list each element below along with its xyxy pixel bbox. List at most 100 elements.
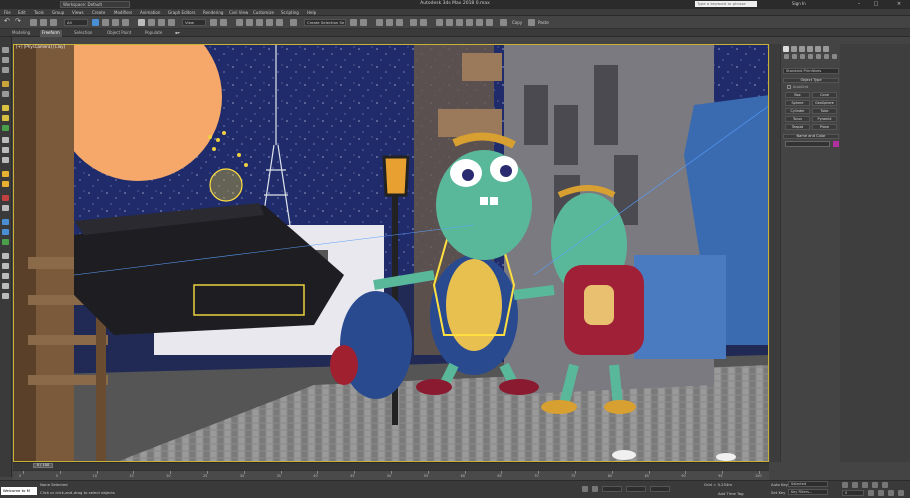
menu-file[interactable]: File xyxy=(4,10,11,15)
menu-modifiers[interactable]: Modifiers xyxy=(114,10,132,15)
selection-filter-dropdown[interactable]: All xyxy=(64,19,88,26)
helpers-icon[interactable] xyxy=(816,54,821,59)
hierarchy-icon[interactable] xyxy=(2,67,9,73)
select-manipulate-icon[interactable] xyxy=(220,19,227,26)
create-tab-icon[interactable] xyxy=(783,46,789,52)
cylinder-button[interactable]: Cylinder xyxy=(785,108,810,114)
menu-civil-view[interactable]: Civil View xyxy=(229,10,248,15)
menu-help[interactable]: Help xyxy=(307,10,316,15)
copy-icon[interactable] xyxy=(500,19,507,26)
scene-explorer-icon[interactable] xyxy=(376,19,383,26)
ribbon-options-icon[interactable]: ▪▾ xyxy=(173,30,182,37)
scale-icon[interactable] xyxy=(158,19,165,26)
absolute-mode-icon[interactable] xyxy=(592,486,598,492)
maxscript-listener[interactable]: Welcome to M xyxy=(1,487,37,495)
align-icon[interactable] xyxy=(360,19,367,26)
y-coordinate-field[interactable] xyxy=(626,486,646,492)
render-production-icon[interactable] xyxy=(466,19,473,26)
grid-icon[interactable] xyxy=(2,137,9,143)
menu-tools[interactable]: Tools xyxy=(34,10,44,15)
pan-icon[interactable] xyxy=(898,490,904,496)
autogrid-checkbox[interactable] xyxy=(787,85,791,89)
rectangular-selection-icon[interactable] xyxy=(112,19,119,26)
play-icon[interactable] xyxy=(862,482,868,488)
modify-tab-icon[interactable] xyxy=(791,46,797,52)
tab-object-paint[interactable]: Object Paint xyxy=(105,30,133,37)
spinner-snap-icon[interactable] xyxy=(276,19,283,26)
ribbon-toggle-icon[interactable] xyxy=(396,19,403,26)
menu-customize[interactable]: Customize xyxy=(253,10,274,15)
teapot-icon[interactable] xyxy=(2,219,9,225)
box-button[interactable]: Box xyxy=(785,92,810,98)
key-filters-button[interactable]: Key Filters... xyxy=(788,489,828,495)
time-configuration-icon[interactable] xyxy=(868,490,874,496)
sign-in-button[interactable]: Sign In xyxy=(792,1,806,6)
undo-icon[interactable]: ↶ xyxy=(4,17,10,25)
systems-icon[interactable] xyxy=(832,54,837,59)
display-tab-icon[interactable] xyxy=(815,46,821,52)
layer-explorer-icon[interactable] xyxy=(386,19,393,26)
close-button[interactable]: × xyxy=(892,0,906,9)
viewport-label[interactable]: [+] [PhysCamera] [Clay] xyxy=(16,44,65,49)
bind-space-warp-icon[interactable] xyxy=(50,19,57,26)
a360-gallery-icon[interactable] xyxy=(486,19,493,26)
wire-icon[interactable] xyxy=(2,171,9,177)
angle-snap-icon[interactable] xyxy=(256,19,263,26)
lights-icon[interactable] xyxy=(800,54,805,59)
camera-icon[interactable] xyxy=(2,91,9,97)
sphere-button[interactable]: Sphere xyxy=(785,100,810,106)
mirror-icon[interactable] xyxy=(350,19,357,26)
key-mode-dropdown[interactable]: Selected xyxy=(788,481,828,487)
utilities-tab-icon[interactable] xyxy=(823,46,829,52)
modify-icon[interactable] xyxy=(2,57,9,63)
maximize-button[interactable]: □ xyxy=(869,0,883,9)
create-icon[interactable] xyxy=(2,47,9,53)
menu-graph-editors[interactable]: Graph Editors xyxy=(168,10,195,15)
cameras-icon[interactable] xyxy=(808,54,813,59)
space-warps-icon[interactable] xyxy=(824,54,829,59)
menu-animation[interactable]: Animation xyxy=(140,10,160,15)
bones-icon[interactable] xyxy=(2,263,9,269)
object-name-input[interactable] xyxy=(785,141,830,147)
time-slider-track[interactable] xyxy=(13,462,769,470)
perspective-viewport[interactable] xyxy=(13,44,769,462)
render-in-cloud-icon[interactable] xyxy=(476,19,483,26)
menu-rendering[interactable]: Rendering xyxy=(203,10,223,15)
menu-create[interactable]: Create xyxy=(92,10,105,15)
schematic-view-icon[interactable] xyxy=(420,19,427,26)
xray-icon[interactable] xyxy=(2,157,9,163)
tab-populate[interactable]: Populate xyxy=(143,30,164,37)
add-time-tag[interactable]: Add Time Tag xyxy=(718,491,743,496)
geometry-icon[interactable] xyxy=(784,54,789,59)
shapes-icon[interactable] xyxy=(792,54,797,59)
track-bar[interactable]: 0 5 10 15 20 25 30 35 40 45 50 55 60 65 70 75 80 85 90 95 10… xyxy=(13,470,769,480)
reference-coordinate-dropdown[interactable]: View xyxy=(182,19,206,26)
teapot-button[interactable]: Teapot xyxy=(785,124,810,130)
menu-group[interactable]: Group xyxy=(52,10,64,15)
edit-named-selection-icon[interactable] xyxy=(290,19,297,26)
zoom-icon[interactable] xyxy=(878,490,884,496)
name-and-color-rollout[interactable]: Name and Color xyxy=(783,134,839,139)
helper-icon[interactable] xyxy=(2,195,9,201)
time-slider[interactable]: 0 / 100 xyxy=(33,463,53,468)
percent-snap-icon[interactable] xyxy=(266,19,273,26)
go-to-end-icon[interactable] xyxy=(882,482,888,488)
place-icon[interactable] xyxy=(168,19,175,26)
minimize-button[interactable]: – xyxy=(852,0,866,9)
freeze-icon[interactable] xyxy=(2,283,9,289)
menu-edit[interactable]: Edit xyxy=(18,10,26,15)
object-type-rollout[interactable]: Object Type xyxy=(783,78,839,83)
menu-scripting[interactable]: Scripting xyxy=(281,10,299,15)
motion-tab-icon[interactable] xyxy=(807,46,813,52)
z-coordinate-field[interactable] xyxy=(650,486,670,492)
lock-selection-icon[interactable] xyxy=(582,486,588,492)
select-by-name-icon[interactable] xyxy=(102,19,109,26)
shape-icon[interactable] xyxy=(2,205,9,211)
search-input[interactable]: Type a keyword or phrase xyxy=(695,1,757,7)
geosphere-button[interactable]: GeoSphere xyxy=(812,100,837,106)
curve-editor-icon[interactable] xyxy=(410,19,417,26)
select-link-icon[interactable] xyxy=(30,19,37,26)
material-icon[interactable] xyxy=(2,181,9,187)
unlink-icon[interactable] xyxy=(40,19,47,26)
hide-icon[interactable] xyxy=(2,293,9,299)
